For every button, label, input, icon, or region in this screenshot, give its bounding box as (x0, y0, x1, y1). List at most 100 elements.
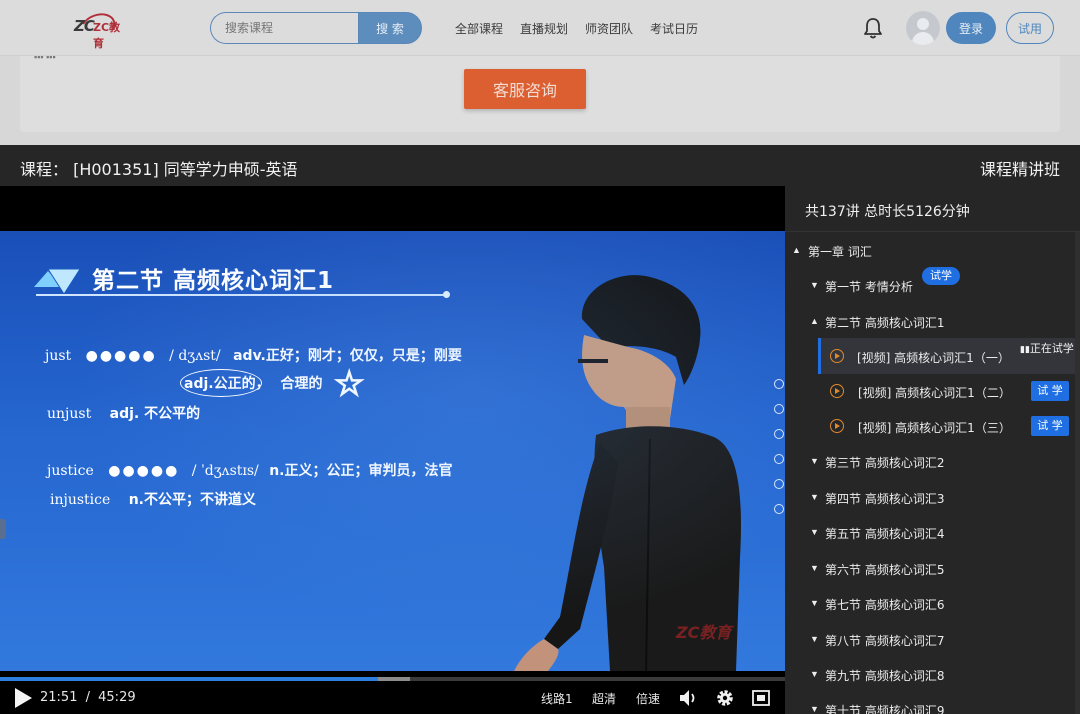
play-circle-icon (830, 384, 844, 398)
lesson-row[interactable]: [视频] 高频核心词汇1（三） 试 学 (785, 408, 1075, 444)
slide-triangle-logo (34, 268, 80, 295)
section-row[interactable]: ▼ 第四节 高频核心词汇3 (785, 479, 1075, 515)
video-frame[interactable]: 第二节 高频核心词汇1 just ●●●●● / dʒʌst/ adv.正好；刚… (0, 231, 785, 671)
vocab-line-adj: adj.公正的， 合理的 (184, 373, 322, 393)
total-duration: 45:29 (98, 690, 136, 705)
section-label: 第二节 高频核心词汇1 (825, 316, 945, 330)
section-row[interactable]: ▼ 第七节 高频核心词汇6 (785, 585, 1075, 621)
nav-live-plan[interactable]: 直播规划 (520, 20, 568, 37)
section-label: 第八节 高频核心词汇7 (825, 634, 945, 648)
search-button[interactable]: 搜 索 (358, 12, 422, 44)
logo-text: ZC教育 (93, 21, 121, 50)
caret-up-icon: ▲ (792, 245, 801, 255)
vocab-line-justice: justice ●●●●● / ˈdʒʌstɪs/ n.正义；公正；审判员，法官 (47, 460, 453, 480)
time-separator: / (85, 690, 90, 705)
section-row[interactable]: ▼ 第六节 高频核心词汇5 (785, 550, 1075, 586)
player-title-bar: 课程： [H001351] 同等学力申硕-英语 课程精讲班 (0, 145, 1080, 186)
handwritten-circle (180, 369, 262, 397)
section-label: 第七节 高频核心词汇6 (825, 598, 945, 612)
vocab-meaning: 合理的 (280, 376, 323, 392)
vocab-line-just: just ●●●●● / dʒʌst/ adv.正好；刚才；仅仅，只是；刚要 (45, 345, 462, 365)
slide-side-tools (774, 379, 785, 529)
play-circle-icon (830, 419, 844, 433)
caret-down-icon: ▼ (810, 598, 819, 608)
tool-icon[interactable] (774, 379, 784, 389)
vocab-phonetic: / dʒʌst/ (169, 348, 221, 364)
caret-down-icon: ▼ (810, 669, 819, 679)
section-row[interactable]: ▲ 第二节 高频核心词汇1 (785, 303, 1075, 339)
caret-down-icon: ▼ (810, 456, 819, 466)
course-info-card: ▪▪▪ ▪▪▪ 客服咨询 (20, 52, 1060, 132)
section-row[interactable]: ▼ 第九节 高频核心词汇8 (785, 656, 1075, 692)
bell-icon[interactable] (862, 16, 884, 40)
player-controls: 21:51 / 45:29 线路1 超清 倍速 (0, 681, 785, 714)
vocab-word: unjust (47, 406, 92, 422)
vocab-word: just (45, 348, 72, 364)
user-avatar[interactable] (906, 11, 940, 45)
side-collapse-handle[interactable] (0, 519, 6, 539)
site-logo[interactable]: ZC ZC教育 (74, 8, 122, 50)
playlist-scrollbar[interactable] (1075, 232, 1080, 714)
card-cut-text: ▪▪▪ ▪▪▪ (34, 52, 56, 62)
section-row[interactable]: ▼ 第八节 高频核心词汇7 (785, 621, 1075, 657)
vocab-phonetic: / ˈdʒʌstɪs/ (191, 463, 259, 479)
slide-title-underline (36, 294, 446, 296)
tool-icon[interactable] (774, 429, 784, 439)
vocab-meaning: adj. 不公平的 (109, 406, 201, 422)
caret-down-icon: ▼ (810, 563, 819, 573)
lesson-label: [视频] 高频核心词汇1（二） (858, 386, 1011, 400)
video-player[interactable]: 第二节 高频核心词汇1 just ●●●●● / dʒʌst/ adv.正好；刚… (0, 186, 785, 714)
search-input[interactable] (210, 12, 362, 44)
lesson-row-active[interactable]: [视频] 高频核心词汇1（一） ▮▮正在试学 (818, 338, 1075, 374)
logo-mark: ZC (74, 17, 95, 35)
settings-gear-icon[interactable] (715, 688, 735, 708)
slide-title-dot (443, 291, 450, 298)
quality-selector[interactable]: 超清 (592, 690, 616, 707)
rating-apples-icon: ●●●●● (108, 463, 180, 479)
lesson-row[interactable]: [视频] 高频核心词汇1（二） 试 学 (785, 373, 1075, 409)
playlist-summary: 共137讲 总时长5126分钟 (805, 204, 970, 220)
section-row[interactable]: ▼ 第三节 高频核心词汇2 (785, 443, 1075, 479)
vocab-line-unjust: unjust adj. 不公平的 (47, 403, 200, 423)
caret-down-icon: ▼ (810, 527, 819, 537)
section-label: 第五节 高频核心词汇4 (825, 527, 945, 541)
course-playlist: 共137讲 总时长5126分钟 ▲ 第一章 词汇 ▼ 第一节 考情分析 试学 ▲… (785, 186, 1080, 714)
avatar-head (917, 18, 929, 30)
tool-icon[interactable] (774, 404, 784, 414)
main-nav: 全部课程 直播规划 师资团队 考试日历 (455, 20, 698, 37)
trial-tag[interactable]: 试 学 (1031, 416, 1069, 436)
vocab-word: injustice (50, 492, 111, 508)
rating-apples-icon: ●●●●● (85, 348, 157, 364)
nav-exam-calendar[interactable]: 考试日历 (650, 20, 698, 37)
caret-down-icon: ▼ (810, 280, 819, 290)
caret-down-icon: ▼ (810, 492, 819, 502)
play-icon[interactable] (13, 687, 33, 709)
equalizer-icon: ▮▮ (1020, 345, 1030, 355)
section-row[interactable]: ▼ 第十节 高频核心词汇9 (785, 691, 1075, 714)
nav-all-courses[interactable]: 全部课程 (455, 20, 503, 37)
speed-selector[interactable]: 倍速 (636, 690, 660, 707)
chapter-row[interactable]: ▲ 第一章 词汇 (785, 232, 1075, 268)
avatar-body (912, 32, 934, 45)
caret-up-icon: ▲ (810, 316, 819, 326)
vocab-word: justice (47, 463, 94, 479)
section-row[interactable]: ▼ 第一节 考情分析 试学 (785, 267, 1075, 303)
fullscreen-icon[interactable] (751, 688, 771, 708)
vocab-meaning: n.不公平；不讲道义 (128, 492, 257, 508)
nav-teachers[interactable]: 师资团队 (585, 20, 633, 37)
tool-icon[interactable] (774, 504, 784, 514)
section-label: 第十节 高频核心词汇9 (825, 704, 945, 714)
volume-icon[interactable] (678, 688, 698, 708)
tool-icon[interactable] (774, 454, 784, 464)
trial-tag[interactable]: 试 学 (1031, 381, 1069, 401)
section-row[interactable]: ▼ 第五节 高频核心词汇4 (785, 514, 1075, 550)
section-label: 第三节 高频核心词汇2 (825, 456, 945, 470)
site-header: ZC ZC教育 搜 索 全部课程 直播规划 师资团队 考试日历 登录 试用 (0, 0, 1080, 56)
vocab-phonetic: adj.公正的， (184, 376, 270, 392)
customer-service-button[interactable]: 客服咨询 (464, 69, 586, 109)
lesson-label: [视频] 高频核心词汇1（一） (857, 351, 1010, 365)
route-selector[interactable]: 线路1 (541, 690, 573, 707)
tool-icon[interactable] (774, 479, 784, 489)
trial-button[interactable]: 试用 (1006, 12, 1054, 44)
login-button[interactable]: 登录 (946, 12, 996, 44)
